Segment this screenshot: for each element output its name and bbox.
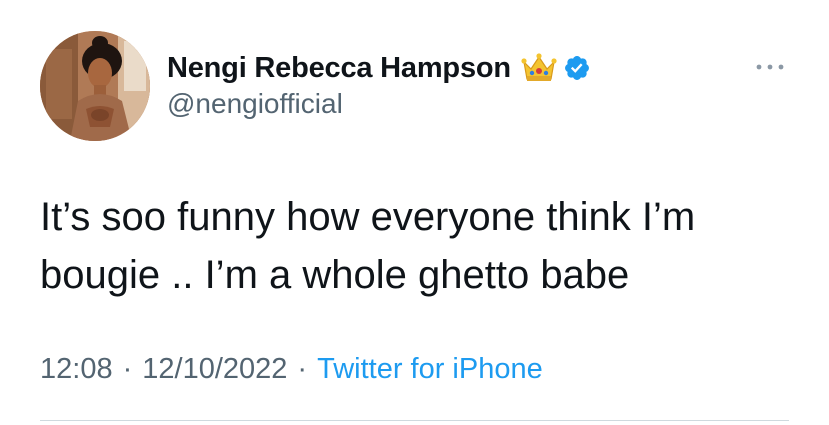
more-options-button[interactable] (750, 54, 790, 80)
avatar[interactable] (40, 31, 150, 141)
tweet-source-link[interactable]: Twitter for iPhone (317, 353, 543, 386)
tweet-meta: 12:08 · 12/10/2022 · Twitter for iPhone (40, 353, 543, 386)
author-handle[interactable]: @nengiofficial (167, 88, 343, 120)
author-display-name[interactable]: Nengi Rebecca Hampson (167, 52, 511, 85)
verified-badge-icon (563, 54, 591, 82)
meta-separator: · (122, 353, 133, 385)
crown-icon (521, 52, 557, 84)
tweet-date[interactable]: 12/10/2022 (142, 353, 287, 386)
tweet-text: It’s soo funny how everyone think I’m bo… (40, 195, 696, 297)
tweet-card: Nengi Rebecca Hampson @nengiofficial It’… (0, 0, 829, 425)
avatar-photo (40, 31, 150, 141)
meta-separator: · (297, 353, 308, 385)
divider (40, 420, 789, 421)
author-name-row: Nengi Rebecca Hampson (167, 48, 591, 88)
tweet-time[interactable]: 12:08 (40, 353, 113, 386)
more-dots-icon (756, 64, 784, 70)
